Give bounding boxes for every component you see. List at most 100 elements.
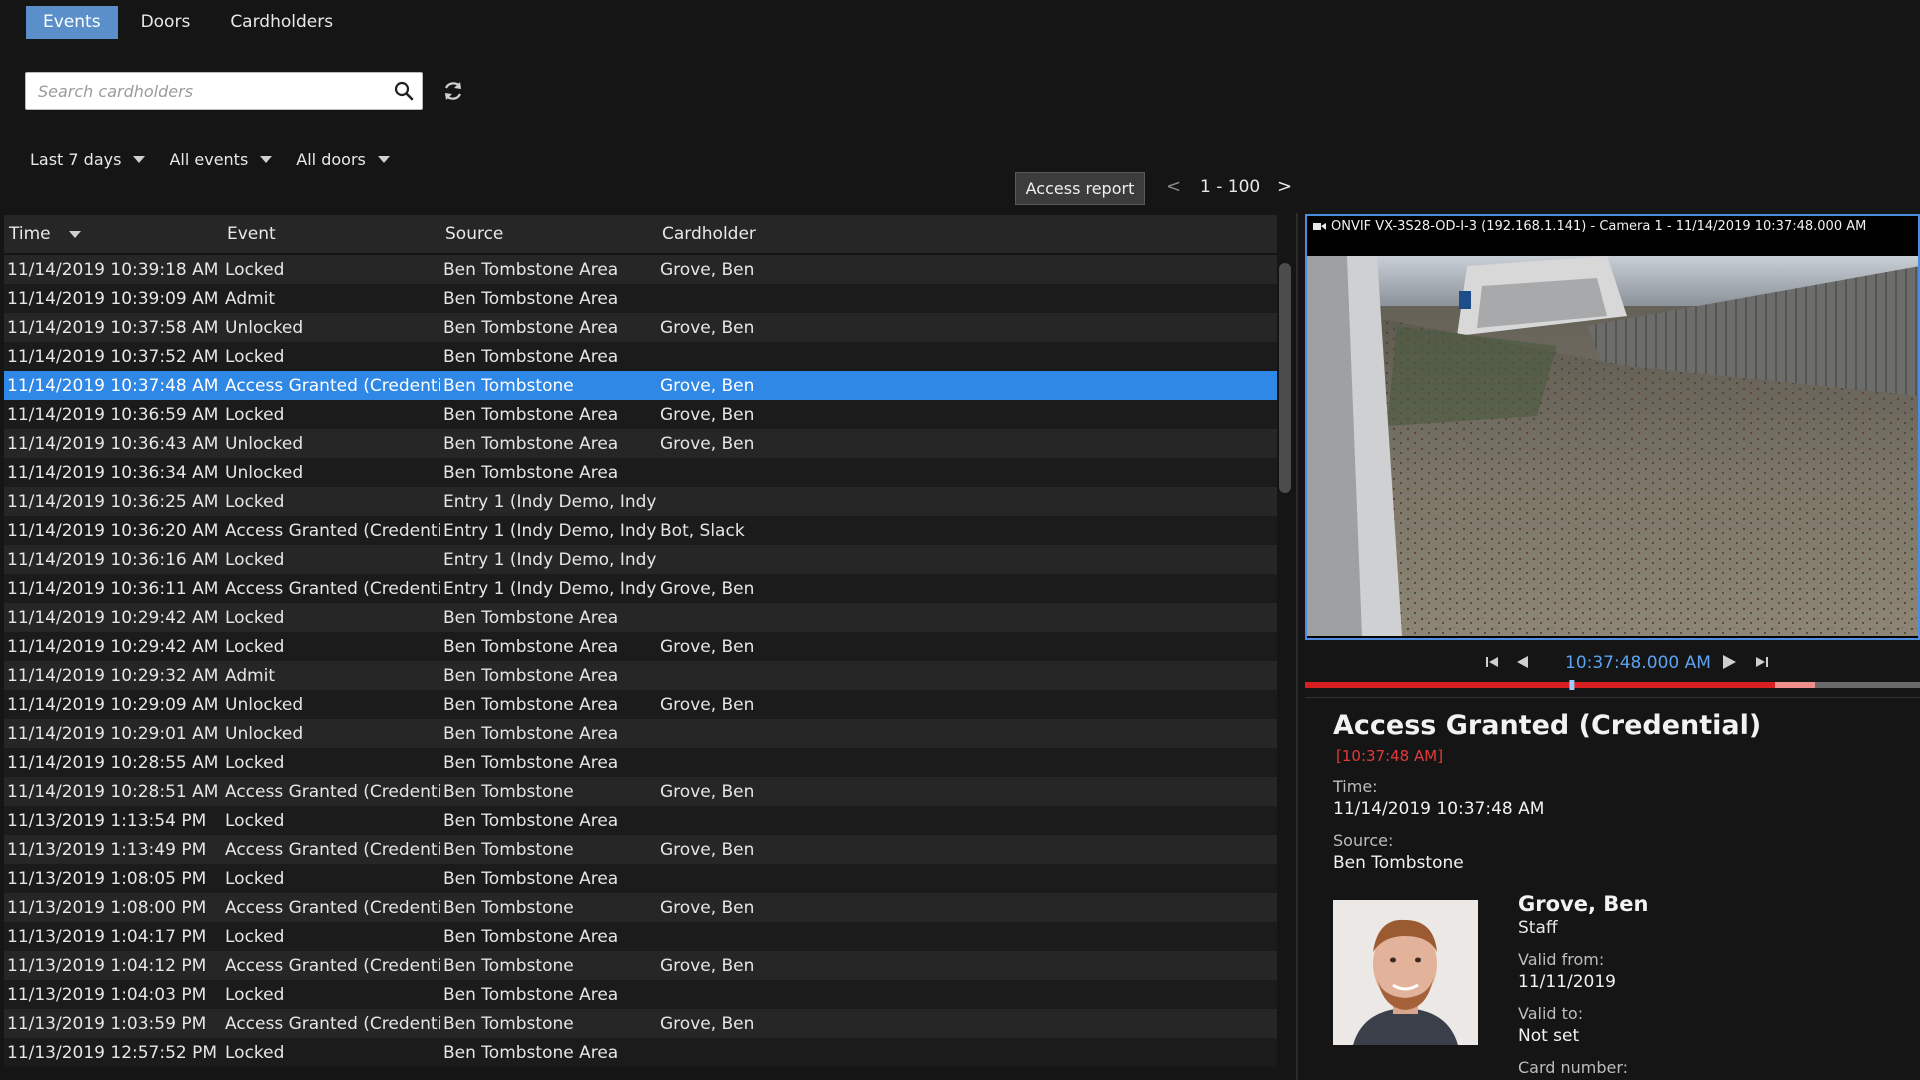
table-row[interactable]: 11/14/2019 10:28:51 AM Access Granted (Cr… <box>4 777 1277 806</box>
search-box <box>25 72 423 110</box>
cell-source: Ben Tombstone <box>443 1013 574 1034</box>
cell-source: Ben Tombstone Area <box>443 346 619 367</box>
panel-divider[interactable] <box>1296 213 1298 1080</box>
table-row[interactable]: 11/14/2019 10:36:43 AM Unlocked Ben Tombst… <box>4 429 1277 458</box>
cell-source: Ben Tombstone Area <box>443 984 619 1005</box>
playback-time: 10:37:48.000 AM <box>1565 653 1711 673</box>
table-row[interactable]: 11/14/2019 10:36:59 AM Locked Ben Tombston… <box>4 400 1277 429</box>
table-row[interactable]: 11/13/2019 1:13:49 PM Access Granted (Cre… <box>4 835 1277 864</box>
cell-cardholder: Grove, Ben <box>660 317 755 338</box>
playback-timeline[interactable] <box>1305 680 1920 690</box>
cell-time: 11/13/2019 1:03:59 PM <box>7 1013 207 1034</box>
cell-time: 11/13/2019 1:08:05 PM <box>7 868 207 889</box>
table-row[interactable]: 11/13/2019 1:08:00 PM Access Granted (Cre… <box>4 893 1277 922</box>
cell-source: Ben Tombstone Area <box>443 259 619 280</box>
doors-dropdown[interactable]: All doors <box>296 150 390 169</box>
table-row[interactable]: 11/14/2019 10:29:42 AM Locked Ben Tombston… <box>4 603 1277 632</box>
doors-label: All doors <box>296 150 366 169</box>
play-icon[interactable] <box>1719 652 1739 672</box>
cell-cardholder: Grove, Ben <box>660 375 755 396</box>
skip-back-icon[interactable] <box>1483 652 1503 672</box>
column-header-event[interactable]: Event <box>222 224 440 244</box>
access-report-button[interactable]: Access report <box>1015 172 1145 205</box>
source-label: Source: <box>1333 831 1394 850</box>
table-row[interactable]: 11/14/2019 10:39:18 AM Locked Ben Tombston… <box>4 255 1277 284</box>
table-row[interactable]: 11/14/2019 10:36:11 AM Access Granted (Cr… <box>4 574 1277 603</box>
cell-time: 11/13/2019 1:08:00 PM <box>7 897 207 918</box>
skip-forward-icon[interactable] <box>1751 652 1771 672</box>
cell-cardholder: Grove, Ben <box>660 897 755 918</box>
table-header: Time Event Source Cardholder <box>4 215 1277 253</box>
cell-event: Unlocked <box>225 694 304 715</box>
cell-event: Locked <box>225 346 285 367</box>
valid-to-value: Not set <box>1518 1026 1580 1046</box>
table-row[interactable]: 11/14/2019 10:37:52 AM Locked Ben Tombston… <box>4 342 1277 371</box>
column-header-time[interactable]: Time <box>4 224 222 244</box>
video-tile[interactable]: ONVIF VX-3S28-OD-I-3 (192.168.1.141) - C… <box>1305 214 1920 640</box>
time-range-dropdown[interactable]: Last 7 days <box>30 150 146 169</box>
tab-events[interactable]: Events <box>26 6 118 39</box>
tab-cardholders[interactable]: Cardholders <box>213 6 350 39</box>
cell-event: Access Granted (Credential) <box>225 839 440 860</box>
table-row[interactable]: 11/14/2019 10:29:01 AM Unlocked Ben Tombst… <box>4 719 1277 748</box>
table-row[interactable]: 11/14/2019 10:37:58 AM Unlocked Ben Tombst… <box>4 313 1277 342</box>
cell-time: 11/14/2019 10:36:59 AM <box>7 404 219 425</box>
cell-event: Unlocked <box>225 317 304 338</box>
table-row[interactable]: 11/14/2019 10:36:16 AM Locked Entry 1 (Ind… <box>4 545 1277 574</box>
table-row[interactable]: 11/13/2019 12:57:52 PM Locked Ben Tombston… <box>4 1038 1277 1067</box>
tab-doors[interactable]: Doors <box>124 6 208 39</box>
column-header-cardholder[interactable]: Cardholder <box>657 224 957 244</box>
refresh-icon[interactable] <box>441 79 465 103</box>
table-row[interactable]: 11/14/2019 10:39:09 AM Admit Ben Tombstone… <box>4 284 1277 313</box>
table-row[interactable]: 11/13/2019 1:08:05 PM Locked Ben Tombstone… <box>4 864 1277 893</box>
camera-icon <box>1313 223 1326 230</box>
cell-time: 11/14/2019 10:36:16 AM <box>7 549 219 570</box>
cell-time: 11/14/2019 10:37:52 AM <box>7 346 219 367</box>
previous-page-button[interactable]: < <box>1166 176 1181 197</box>
column-header-source[interactable]: Source <box>440 224 657 244</box>
table-row[interactable]: 11/14/2019 10:29:09 AM Unlocked Ben Tombst… <box>4 690 1277 719</box>
table-row[interactable]: 11/13/2019 1:04:12 PM Access Granted (Cre… <box>4 951 1277 980</box>
table-row[interactable]: 11/14/2019 10:37:48 AM Access Granted (Cr… <box>4 371 1277 400</box>
cell-time: 11/13/2019 1:04:17 PM <box>7 926 207 947</box>
table-row[interactable]: 11/14/2019 10:29:32 AM Admit Ben Tombstone… <box>4 661 1277 690</box>
cell-event: Locked <box>225 491 285 512</box>
cell-source: Ben Tombstone Area <box>443 607 619 628</box>
cardholder-role: Staff <box>1518 918 1558 938</box>
cell-event: Locked <box>225 926 285 947</box>
cell-event: Unlocked <box>225 723 304 744</box>
table-row[interactable]: 11/14/2019 10:28:55 AM Locked Ben Tombston… <box>4 748 1277 777</box>
table-row[interactable]: 11/13/2019 1:04:03 PM Locked Ben Tombstone… <box>4 980 1277 1009</box>
next-page-button[interactable]: > <box>1277 176 1292 197</box>
time-value: 11/14/2019 10:37:48 AM <box>1333 799 1545 819</box>
search-input[interactable] <box>26 73 400 109</box>
table-row[interactable]: 11/14/2019 10:29:42 AM Locked Ben Tombston… <box>4 632 1277 661</box>
cell-cardholder: Grove, Ben <box>660 433 755 454</box>
cell-source: Ben Tombstone Area <box>443 926 619 947</box>
table-row[interactable]: 11/13/2019 1:03:59 PM Access Granted (Cre… <box>4 1009 1277 1038</box>
cell-event: Admit <box>225 288 276 309</box>
table-row[interactable]: 11/14/2019 10:36:25 AM Locked Entry 1 (Ind… <box>4 487 1277 516</box>
cardholder-info: Grove, Ben Staff Valid from: 11/11/2019 … <box>1518 892 1648 1077</box>
cell-event: Locked <box>225 259 285 280</box>
filter-bar: Last 7 days All events All doors <box>30 150 390 169</box>
table-row[interactable]: 11/13/2019 1:13:54 PM Locked Ben Tombstone… <box>4 806 1277 835</box>
cell-event: Access Granted (Credential) <box>225 897 440 918</box>
table-row[interactable]: 11/14/2019 10:36:34 AM Unlocked Ben Tombst… <box>4 458 1277 487</box>
cell-event: Access Granted (Credential) <box>225 520 440 541</box>
page-range: 1 - 100 <box>1200 177 1261 197</box>
search-icon[interactable] <box>394 81 414 101</box>
chevron-down-icon <box>377 156 390 163</box>
table-row[interactable]: 11/13/2019 1:04:17 PM Locked Ben Tombstone… <box>4 922 1277 951</box>
table-row[interactable]: 11/14/2019 10:36:20 AM Access Granted (Cr… <box>4 516 1277 545</box>
cell-time: 11/13/2019 1:13:54 PM <box>7 810 207 831</box>
cell-source: Ben Tombstone Area <box>443 636 619 657</box>
cell-source: Ben Tombstone Area <box>443 723 619 744</box>
table-scrollbar[interactable] <box>1279 263 1291 493</box>
step-back-icon[interactable] <box>1513 652 1533 672</box>
cardholder-name[interactable]: Grove, Ben <box>1518 892 1648 916</box>
cell-source: Ben Tombstone Area <box>443 288 619 309</box>
event-type-dropdown[interactable]: All events <box>169 150 273 169</box>
cell-source: Ben Tombstone Area <box>443 404 619 425</box>
cell-time: 11/14/2019 10:28:55 AM <box>7 752 219 773</box>
